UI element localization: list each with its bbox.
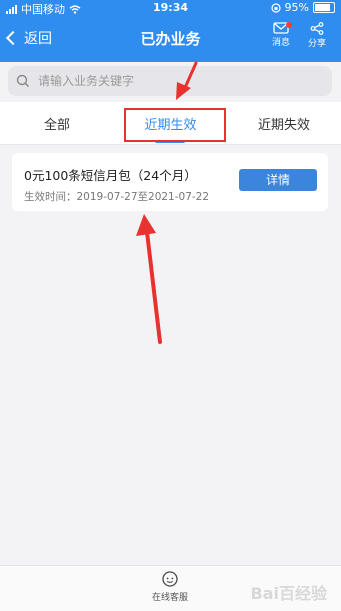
annotation-highlight-box [124, 108, 226, 142]
effective-time: 生效时间：2019-07-27至2021-07-22 [24, 191, 210, 203]
watermark-text: Bai百经验 [250, 584, 327, 603]
list-item: 0元100条短信月包（24个月） 生效时间：2019-07-27至2021-07… [12, 153, 328, 211]
battery-text: 95% [284, 1, 309, 14]
message-button[interactable]: 消息 [266, 22, 296, 48]
service-list: 0元100条短信月包（24个月） 生效时间：2019-07-27至2021-07… [0, 145, 341, 565]
online-service-button[interactable]: 在线客服 [140, 570, 200, 603]
detail-button[interactable]: 详情 [239, 169, 317, 191]
notification-dot [286, 22, 292, 28]
service-name: 0元100条短信月包（24个月） [24, 168, 197, 183]
search-area [0, 62, 341, 102]
tab-recent-expired[interactable]: 近期失效 [227, 102, 341, 144]
top-bar: 中国移动 19:34 95% 返回 已办业务 消息 分享 [0, 0, 341, 62]
message-label: 消息 [271, 38, 290, 48]
tab-recent-expired-label: 近期失效 [257, 117, 310, 133]
battery-icon [313, 2, 335, 13]
tab-all[interactable]: 全部 [0, 102, 114, 144]
tab-all-label: 全部 [43, 117, 70, 133]
status-right: 95% [270, 1, 335, 14]
search-box[interactable] [8, 66, 332, 96]
search-input[interactable] [36, 73, 320, 89]
search-icon [16, 74, 30, 88]
share-icon [310, 22, 324, 35]
bottom-bar: 在线客服 Bai百经验 [0, 565, 341, 611]
share-label: 分享 [307, 39, 326, 49]
orientation-lock-icon [270, 2, 281, 13]
status-bar: 中国移动 19:34 95% [0, 0, 341, 16]
online-service-label: 在线客服 [151, 593, 188, 603]
share-button[interactable]: 分享 [302, 22, 332, 49]
navigation-bar: 返回 已办业务 消息 分享 [0, 16, 341, 62]
customer-service-icon [162, 571, 178, 587]
